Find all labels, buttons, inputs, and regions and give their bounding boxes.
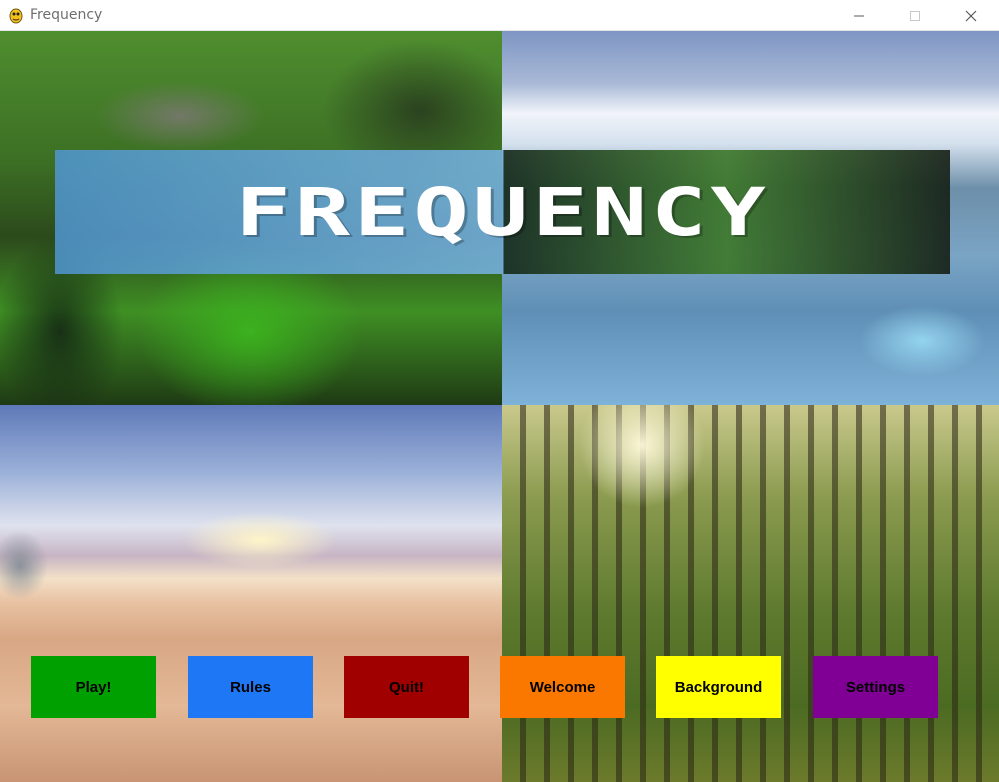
play-button[interactable]: Play!: [31, 656, 156, 718]
game-title: FREQUENCY: [235, 173, 770, 251]
pygame-snake-icon: [7, 6, 25, 24]
window-title: Frequency: [30, 7, 103, 23]
background-button[interactable]: Background: [656, 656, 781, 718]
welcome-button[interactable]: Welcome: [500, 656, 625, 718]
maximize-icon[interactable]: [887, 0, 943, 31]
title-banner: FREQUENCY: [55, 150, 950, 274]
desert-dunes-background: [0, 405, 502, 782]
window-controls: [831, 0, 999, 31]
minimize-icon[interactable]: [831, 0, 887, 31]
close-icon[interactable]: [943, 0, 999, 31]
window-titlebar[interactable]: Frequency: [0, 0, 999, 31]
rules-button[interactable]: Rules: [188, 656, 313, 718]
quit-button[interactable]: Quit!: [344, 656, 469, 718]
game-canvas[interactable]: FREQUENCY Play! Rules Quit! Welcome Back…: [0, 31, 999, 782]
sunlit-woods-background: [502, 405, 999, 782]
settings-button[interactable]: Settings: [813, 656, 938, 718]
